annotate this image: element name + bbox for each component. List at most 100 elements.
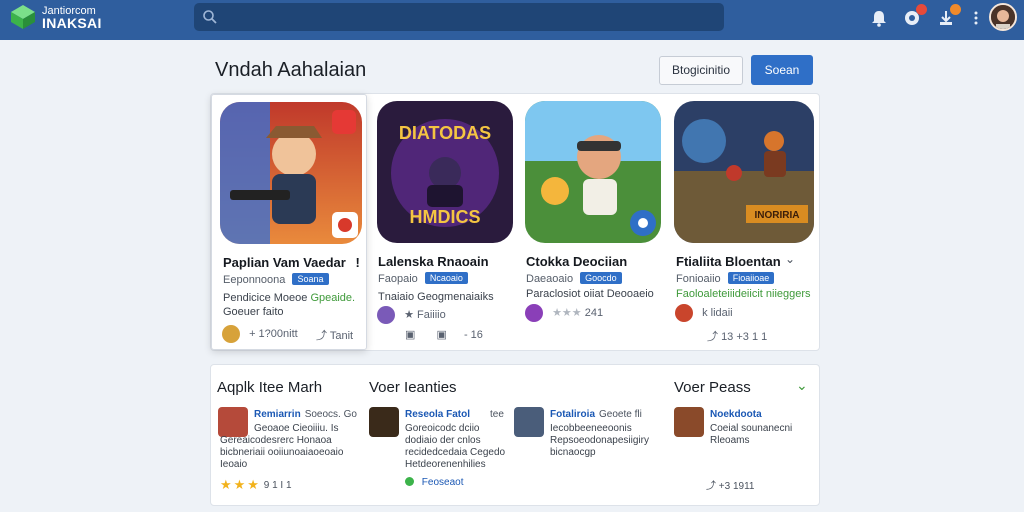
downloads-button[interactable] xyxy=(936,4,961,28)
share-icon: ⤴ xyxy=(316,330,330,342)
game-card[interactable]: Ctokka Deociian Daeaoaio Goocdo Paraclos… xyxy=(521,94,669,350)
app-description: Goreoicodc dciio dodiaio der cnlos recid… xyxy=(405,423,505,471)
app-desc-line: Repsoeodonapesiigiry xyxy=(550,435,649,446)
expand-chevron-icon[interactable]: ⌄ xyxy=(785,252,795,266)
game-share[interactable]: ⤴ 13 +3 1 1 xyxy=(707,328,767,344)
search-bar[interactable] xyxy=(194,3,724,31)
app-name[interactable]: Reseola Fatol tee xyxy=(405,409,504,420)
messages-button[interactable] xyxy=(902,4,927,28)
app-name[interactable]: Remiarrin Soeocs. Go xyxy=(254,409,357,420)
game-share[interactable]: ⤴ Tanit xyxy=(316,327,353,343)
search-input[interactable] xyxy=(224,7,714,27)
app-name[interactable]: Fotaliroia Geoete fli xyxy=(550,409,642,420)
game-card[interactable]: INORIRIA Ftialiita Bloentan ⌄ Fonioaiio … xyxy=(671,94,819,350)
window-icon[interactable]: ▣ xyxy=(405,329,415,341)
game-desc-highlight: Gpeaide. xyxy=(310,292,356,304)
section-title[interactable]: Aqplk Itee Marh xyxy=(217,379,322,396)
app-name-extra: tee xyxy=(490,409,504,420)
app-desc-line: Rleoams xyxy=(710,435,750,446)
game-art-image: INORIRIA xyxy=(674,101,814,243)
game-art-image xyxy=(525,101,661,243)
game-title[interactable]: Ctokka Deociian xyxy=(526,254,627,269)
game-meta: Daeaoaio Goocdo xyxy=(526,272,622,285)
game-art-title-bottom: HMDICS xyxy=(410,207,481,227)
game-title[interactable]: Paplian Vam Vaedar ! xyxy=(223,255,360,270)
game-description: Tnaiaio Geogmenaiaiks xyxy=(378,291,494,303)
expand-chevron-icon[interactable]: ⌄ xyxy=(796,377,808,394)
app-desc-line: Geoaoe Cieoiiiu. Is xyxy=(254,423,339,434)
game-card[interactable]: Paplian Vam Vaedar ! Eeponnoona Soana Pe… xyxy=(211,94,367,350)
brand-name[interactable]: Jantiorcom INAKSAI xyxy=(42,5,102,31)
game-art-image xyxy=(220,102,362,244)
game-share-text: Tanit xyxy=(329,330,354,342)
game-thumbnail[interactable] xyxy=(525,101,661,243)
secondary-button[interactable]: Btogicinitio xyxy=(659,56,743,85)
app-name-text: Fotaliroia xyxy=(550,409,596,420)
app-name-extra: Soeocs. Go xyxy=(304,409,357,420)
list-item[interactable]: Fotaliroia Geoete fli Iecobbeeneeoonis Re… xyxy=(514,407,664,499)
app-share-count: +3 1911 xyxy=(718,481,755,492)
app-name-extra: Geoete fli xyxy=(599,409,642,420)
gallery-icon[interactable]: ▣ xyxy=(436,329,446,341)
game-installs: + 1?00nitt xyxy=(249,327,298,340)
game-actions: ▣ ▣ - 16 xyxy=(405,328,483,341)
list-item[interactable]: Reseola Fatol tee Goreoicodc dciio dodiai… xyxy=(369,407,519,499)
app-desc-line: recidedcedaia Cegedo xyxy=(405,447,506,458)
downloads-badge xyxy=(950,4,961,15)
share-icon: ⤴ xyxy=(706,481,719,492)
brand-line-2: INAKSAI xyxy=(42,15,102,31)
app-description: Iecobbeeneeoonis Repsoeodonapesiigiry bi… xyxy=(550,423,649,459)
user-avatar[interactable] xyxy=(989,3,1017,31)
list-item[interactable]: Remiarrin Soeocs. Go Geoaoe Cieoiiiu. Is … xyxy=(218,407,368,499)
game-title[interactable]: Lalenska Rnaoain xyxy=(378,254,489,269)
store-logo-icon[interactable] xyxy=(10,4,36,30)
star-rating-icon: ★★★ xyxy=(552,306,585,319)
game-tag[interactable]: Goocdo xyxy=(580,272,622,284)
game-meta: Faopaio Ncaoaio xyxy=(378,272,468,285)
game-developer: Daeaoaio xyxy=(526,273,574,285)
game-footer: ★★★ 241 xyxy=(525,304,603,322)
app-name-text: Reseola Fatol xyxy=(405,409,471,420)
section-title[interactable]: Voer Ieanties xyxy=(369,379,457,396)
game-tag[interactable]: Fioaiioae xyxy=(727,272,775,284)
game-description: Pendicice Moeoe Gpeaide. Goeuer faito xyxy=(223,291,355,319)
app-status: Feoseaot xyxy=(421,477,464,488)
star-rating-icon: ★★★ xyxy=(220,477,261,492)
app-footer[interactable]: ⤴ +3 1911 xyxy=(706,477,754,492)
avatar-portrait-icon xyxy=(991,5,1015,29)
more-options-icon[interactable] xyxy=(966,8,986,28)
game-tag[interactable]: Ncaoaio xyxy=(424,272,468,284)
game-desc-line2: Goeuer faito xyxy=(223,306,284,318)
app-description: Coeial sounanecni Rleoams xyxy=(710,423,792,447)
game-meta: Fonioaiio Fioaiioae xyxy=(676,272,775,285)
game-title[interactable]: Ftialiita Bloentan xyxy=(676,254,781,269)
game-desc-text: Faoloaleteiiideiicit niieggers xyxy=(676,288,811,300)
rating-icon xyxy=(222,325,240,343)
game-count: - 16 xyxy=(463,329,483,341)
featured-games-row: Paplian Vam Vaedar ! Eeponnoona Soana Pe… xyxy=(210,93,820,351)
game-tag[interactable]: Soana xyxy=(292,273,329,285)
rating-icon xyxy=(675,304,693,322)
game-card[interactable]: DIATODAS HMDICS Lalenska Rnaoain Faopaio… xyxy=(371,94,521,350)
game-rating-text: Faiiiio xyxy=(416,308,446,321)
app-desc-line: Goreoicodc dciio xyxy=(405,423,480,434)
notification-bell-icon[interactable] xyxy=(869,8,889,28)
primary-button[interactable]: Soean xyxy=(751,55,813,85)
game-desc-text: Pendicice Moeoe xyxy=(223,292,308,304)
game-title-text: Ctokka Deociian xyxy=(526,254,628,269)
game-footer: k lidaii xyxy=(675,304,733,322)
game-thumbnail[interactable]: INORIRIA xyxy=(674,101,814,243)
game-thumbnail[interactable]: DIATODAS HMDICS xyxy=(377,101,513,243)
app-lists-panel: Aqplk Itee Marh Voer Ieanties Voer Peass… xyxy=(210,364,820,506)
game-developer: Fonioaiio xyxy=(676,273,721,285)
game-thumbnail[interactable] xyxy=(220,102,362,244)
list-item[interactable]: Noekdoota Coeial sounanecni Rleoams ⤴ +3… xyxy=(674,407,814,499)
app-rating-count: 9 1 I 1 xyxy=(263,480,292,491)
app-desc-line: Gereaicodesrerc Honaoa xyxy=(220,435,332,446)
game-rating-count: 241 xyxy=(584,306,604,319)
app-name[interactable]: Noekdoota xyxy=(710,409,762,420)
section-title[interactable]: Voer Peass xyxy=(674,379,751,396)
status-dot-icon xyxy=(405,477,414,486)
game-developer: Eeponnoona xyxy=(223,274,286,286)
app-icon xyxy=(674,407,704,437)
